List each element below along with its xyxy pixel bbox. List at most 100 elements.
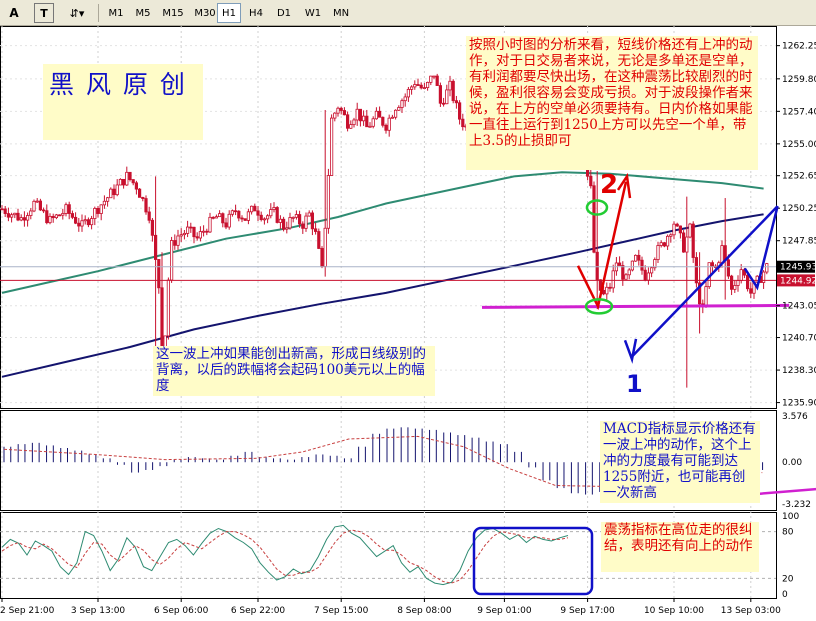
candle-body — [291, 216, 295, 219]
candle-body — [115, 184, 119, 196]
timeframe-h1[interactable]: H1 — [217, 3, 241, 23]
candle-body — [227, 213, 231, 228]
candle-body — [746, 274, 750, 290]
candle-body — [390, 116, 395, 119]
candle-body — [406, 88, 411, 98]
candle-body — [675, 223, 679, 227]
x-tick-label: 9 Sep 17:00 — [560, 606, 615, 616]
candle-body — [173, 240, 177, 246]
candle-body — [662, 242, 667, 247]
candle-body — [666, 235, 670, 247]
candle-body — [349, 124, 353, 129]
candle-body — [592, 185, 596, 253]
candle-body — [278, 218, 283, 223]
timeframe-label: W1 — [304, 7, 322, 19]
candle-body — [733, 285, 737, 290]
candle-body — [259, 214, 263, 220]
candle-body — [25, 215, 30, 221]
text-tool-glyph: A — [9, 6, 19, 20]
y-tick-label: 1257.40 — [782, 107, 816, 117]
candle-body — [118, 178, 122, 186]
candle-body — [646, 272, 651, 281]
candle-body — [185, 226, 190, 234]
candle-body — [243, 218, 247, 221]
candle-body — [685, 236, 689, 253]
candle-body — [688, 223, 692, 238]
candle-body — [96, 208, 100, 214]
candle-body — [694, 257, 699, 284]
candle-body — [32, 200, 36, 212]
candle-body — [83, 219, 87, 222]
timeframe-h4[interactable]: H4 — [244, 3, 268, 23]
candle-body — [112, 188, 116, 196]
candle-body — [736, 280, 740, 286]
candle-body — [35, 200, 39, 203]
candle-body — [249, 205, 254, 213]
label-tool-icon[interactable]: T — [34, 3, 54, 23]
candle-body — [16, 212, 20, 221]
candle-body — [201, 230, 206, 233]
arrows-tool-icon[interactable]: ⇵▾ — [62, 3, 92, 23]
candle-body — [77, 222, 81, 227]
candle-body — [45, 210, 49, 224]
candle-body — [297, 214, 302, 225]
macd-tick-label: -3.232 — [782, 500, 811, 510]
candle-body — [304, 215, 308, 229]
candle-body — [288, 217, 292, 229]
candle-body — [166, 279, 170, 337]
candle-body — [134, 182, 138, 190]
candle-body — [451, 80, 455, 102]
timeframe-label: M15 — [162, 7, 184, 19]
candle-body — [211, 216, 215, 219]
candle-body — [106, 197, 110, 202]
timeframe-d1[interactable]: D1 — [272, 3, 296, 23]
y-tick-label: 1243.05 — [782, 302, 816, 312]
timeframe-m15[interactable]: M15 — [158, 3, 188, 23]
timeframe-mn[interactable]: MN — [328, 3, 354, 23]
candle-body — [195, 236, 199, 239]
candle-body — [182, 232, 186, 236]
y-tick-label: 1235.90 — [782, 399, 816, 409]
y-tick-label: 1250.25 — [782, 204, 816, 214]
candle-body — [176, 235, 180, 246]
timeframe-m5[interactable]: M5 — [130, 3, 156, 23]
candle-body — [265, 215, 270, 220]
candle-body — [240, 217, 244, 220]
timeframe-m1[interactable]: M1 — [104, 3, 128, 23]
timeframe-m30[interactable]: M30 — [190, 3, 220, 23]
candle-body — [643, 269, 647, 281]
analysis-note: 按照小时图的分析来看，短线价格还有上冲的动作，对于日交易者来说，无论是多单还是空… — [466, 36, 758, 170]
candle-body — [429, 75, 433, 83]
candle-body — [762, 271, 766, 283]
candle-body — [342, 110, 347, 116]
candle-body — [301, 223, 305, 229]
text-tool-icon[interactable]: A — [4, 3, 24, 23]
timeframe-label: H1 — [222, 7, 236, 19]
x-tick-label: 7 Sep 15:00 — [314, 606, 369, 616]
candle-body — [9, 214, 14, 218]
candle-body — [461, 118, 465, 128]
candle-body — [189, 226, 193, 229]
candle-body — [704, 286, 708, 307]
candle-body — [221, 213, 225, 224]
candle-body — [310, 212, 315, 230]
timeframe-label: MN — [332, 7, 350, 19]
candle-body — [387, 117, 391, 131]
candle-body — [19, 217, 23, 221]
candle-body — [739, 269, 743, 281]
ask-price-label: 1244.92 — [780, 276, 816, 286]
x-tick-label: 2 Sep 21:00 — [0, 606, 55, 616]
macd-tick-label: 3.576 — [782, 412, 808, 422]
candle-body — [80, 220, 84, 227]
candle-body — [131, 179, 135, 184]
candle-body — [192, 226, 196, 238]
bid-price-label: 1245.93 — [780, 263, 816, 273]
candle-body — [355, 108, 359, 121]
candle-body — [682, 232, 686, 253]
candle-body — [307, 212, 311, 217]
candle-body — [608, 286, 612, 289]
y-tick-label: 1238.30 — [782, 366, 816, 376]
candle-body — [358, 108, 363, 122]
timeframe-w1[interactable]: W1 — [300, 3, 326, 23]
x-tick-label: 10 Sep 10:00 — [644, 606, 704, 616]
